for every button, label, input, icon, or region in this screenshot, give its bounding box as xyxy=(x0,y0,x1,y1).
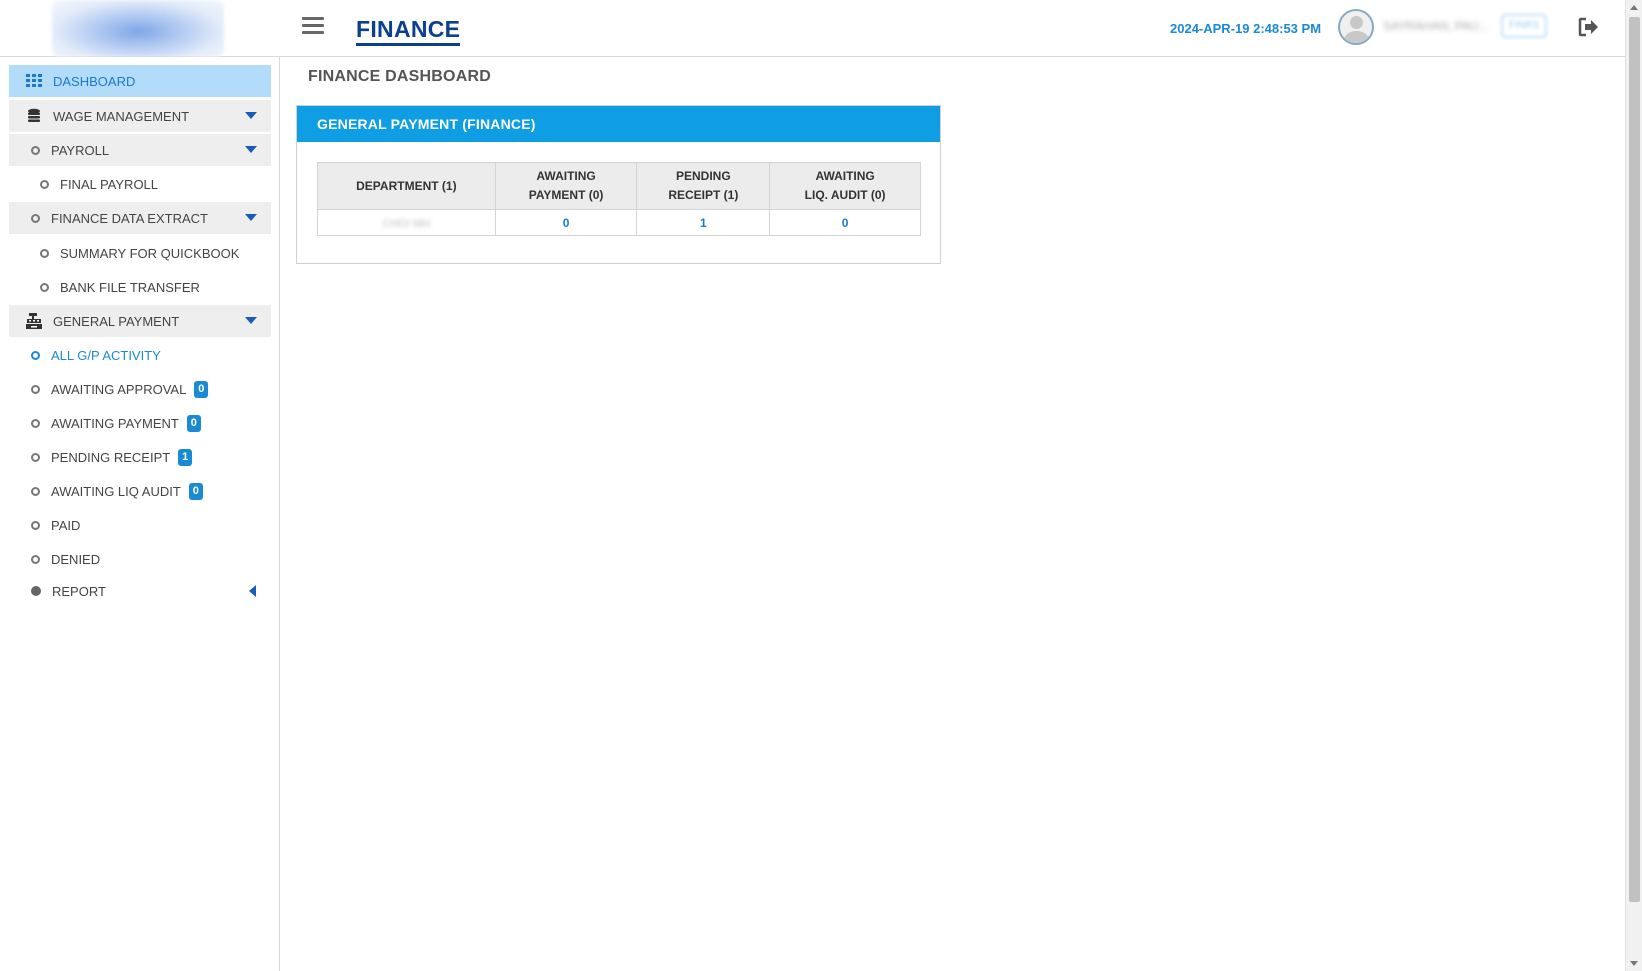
pending-receipt-link[interactable]: 1 xyxy=(700,216,707,230)
sidebar-item-payroll[interactable]: PAYROLL xyxy=(9,134,271,166)
sidebar-item-label: GENERAL PAYMENT xyxy=(53,313,180,329)
awaiting-liq-audit-cell: 0 xyxy=(769,209,921,236)
sidebar-item-all-gp-activity[interactable]: ALL G/P ACTIVITY xyxy=(9,339,271,371)
sidebar-item-awaiting-approval[interactable]: AWAITING APPROVAL 0 xyxy=(9,373,271,405)
circle-icon xyxy=(31,449,40,465)
dot-icon xyxy=(31,583,41,599)
department-cell: CHO/ MH xyxy=(317,209,496,236)
table-header-row: DEPARTMENT (1) AWAITING PAYMENT (0) PENDI… xyxy=(317,162,921,210)
count-badge: 0 xyxy=(188,482,203,500)
sidebar-item-finance-data-extract[interactable]: FINANCE DATA EXTRACT xyxy=(9,202,271,234)
awaiting-payment-cell: 0 xyxy=(494,209,638,236)
chevron-down-icon xyxy=(245,317,257,324)
count-badge: 1 xyxy=(178,448,193,466)
sidebar-item-general-payment[interactable]: GENERAL PAYMENT xyxy=(9,305,271,337)
user-role-badge: FINRS xyxy=(1501,14,1547,38)
hamburger-menu-icon[interactable] xyxy=(302,17,324,35)
app-title[interactable]: FINANCE xyxy=(356,16,461,46)
chevron-down-icon xyxy=(245,146,257,153)
circle-icon xyxy=(31,381,40,397)
sidebar-item-pending-receipt[interactable]: PENDING RECEIPT 1 xyxy=(9,441,271,473)
general-payment-panel: GENERAL PAYMENT (FINANCE) DEPARTMENT (1)… xyxy=(296,105,941,264)
circle-icon xyxy=(31,551,40,567)
page-title: FINANCE DASHBOARD xyxy=(308,68,491,85)
scroll-up-arrow-icon[interactable] xyxy=(1630,5,1638,10)
circle-icon xyxy=(31,415,40,431)
circle-icon xyxy=(31,347,40,363)
sidebar-item-dashboard[interactable]: DASHBOARD xyxy=(9,65,271,97)
sidebar-item-awaiting-liq-audit[interactable]: AWAITING LIQ AUDIT 0 xyxy=(9,475,271,507)
vertical-scrollbar[interactable] xyxy=(1625,0,1642,971)
sidebar-item-label: SUMMARY FOR QUICKBOOK xyxy=(60,245,240,261)
top-header: FINANCE 2024-APR-19 2:48:53 PM SAYRAHAN,… xyxy=(0,0,1625,57)
grid-icon xyxy=(25,73,43,89)
logout-icon[interactable] xyxy=(1578,17,1600,37)
sidebar-item-awaiting-payment[interactable]: AWAITING PAYMENT 0 xyxy=(9,407,271,439)
scrollbar-thumb[interactable] xyxy=(1629,17,1640,902)
circle-icon xyxy=(31,142,40,158)
sidebar-item-label: FINANCE DATA EXTRACT xyxy=(51,210,208,226)
circle-icon xyxy=(31,210,40,226)
chevron-down-icon xyxy=(245,214,257,221)
cash-register-icon xyxy=(25,313,43,329)
sidebar-item-label: PAYROLL xyxy=(51,142,110,158)
sidebar-item-label: ALL G/P ACTIVITY xyxy=(51,347,161,363)
sidebar-item-label: AWAITING APPROVAL xyxy=(51,381,187,397)
sidebar-item-label: BANK FILE TRANSFER xyxy=(60,279,200,295)
company-logo[interactable] xyxy=(52,0,224,57)
column-header-awaiting-liq-audit: AWAITING LIQ. AUDIT (0) xyxy=(769,162,921,210)
sidebar-item-label: PENDING RECEIPT xyxy=(51,449,171,465)
sidebar-item-label: WAGE MANAGEMENT xyxy=(53,108,190,124)
circle-icon xyxy=(31,483,40,499)
department-summary-table: DEPARTMENT (1) AWAITING PAYMENT (0) PENDI… xyxy=(317,162,921,236)
sidebar: DASHBOARD WAGE MANAGEMENT PAYROLL FINAL … xyxy=(0,57,280,971)
sidebar-item-label: PAID xyxy=(51,517,81,533)
chevron-down-icon xyxy=(245,112,257,119)
sidebar-item-bank-file-transfer[interactable]: BANK FILE TRANSFER xyxy=(9,271,271,303)
circle-icon xyxy=(31,517,40,533)
pending-receipt-cell: 1 xyxy=(636,209,771,236)
sidebar-item-label: AWAITING LIQ AUDIT xyxy=(51,483,181,499)
awaiting-liq-audit-link[interactable]: 0 xyxy=(842,216,849,230)
user-avatar-icon[interactable] xyxy=(1338,9,1374,45)
column-header-pending-receipt: PENDING RECEIPT (1) xyxy=(636,162,771,210)
coins-icon xyxy=(25,108,43,124)
circle-icon xyxy=(40,176,49,192)
sidebar-item-label: AWAITING PAYMENT xyxy=(51,415,179,431)
table-row: CHO/ MH 0 1 0 xyxy=(317,209,921,236)
column-header-department: DEPARTMENT (1) xyxy=(317,162,496,210)
column-header-awaiting-payment: AWAITING PAYMENT (0) xyxy=(494,162,638,210)
count-badge: 0 xyxy=(194,380,209,398)
sidebar-item-summary-for-quickbook[interactable]: SUMMARY FOR QUICKBOOK xyxy=(9,237,271,269)
circle-icon xyxy=(40,245,49,261)
sidebar-item-wage-management[interactable]: WAGE MANAGEMENT xyxy=(9,100,271,132)
sidebar-item-label: REPORT xyxy=(52,583,106,599)
chevron-left-icon xyxy=(249,585,256,597)
sidebar-item-label: DENIED xyxy=(51,551,101,567)
scroll-down-arrow-icon[interactable] xyxy=(1630,961,1638,966)
awaiting-payment-link[interactable]: 0 xyxy=(563,216,570,230)
count-badge: 0 xyxy=(186,414,201,432)
sidebar-item-label: DASHBOARD xyxy=(53,73,136,89)
sidebar-item-paid[interactable]: PAID xyxy=(9,509,271,541)
current-datetime: 2024-APR-19 2:48:53 PM xyxy=(1170,21,1322,36)
sidebar-item-denied[interactable]: DENIED xyxy=(9,543,271,575)
sidebar-item-final-payroll[interactable]: FINAL PAYROLL xyxy=(9,168,271,200)
sidebar-item-label: FINAL PAYROLL xyxy=(60,176,159,192)
panel-title: GENERAL PAYMENT (FINANCE) xyxy=(297,106,940,142)
user-name[interactable]: SAYRAHAN, PAU... xyxy=(1383,19,1489,33)
circle-icon xyxy=(40,279,49,295)
sidebar-item-report[interactable]: REPORT xyxy=(9,575,271,607)
